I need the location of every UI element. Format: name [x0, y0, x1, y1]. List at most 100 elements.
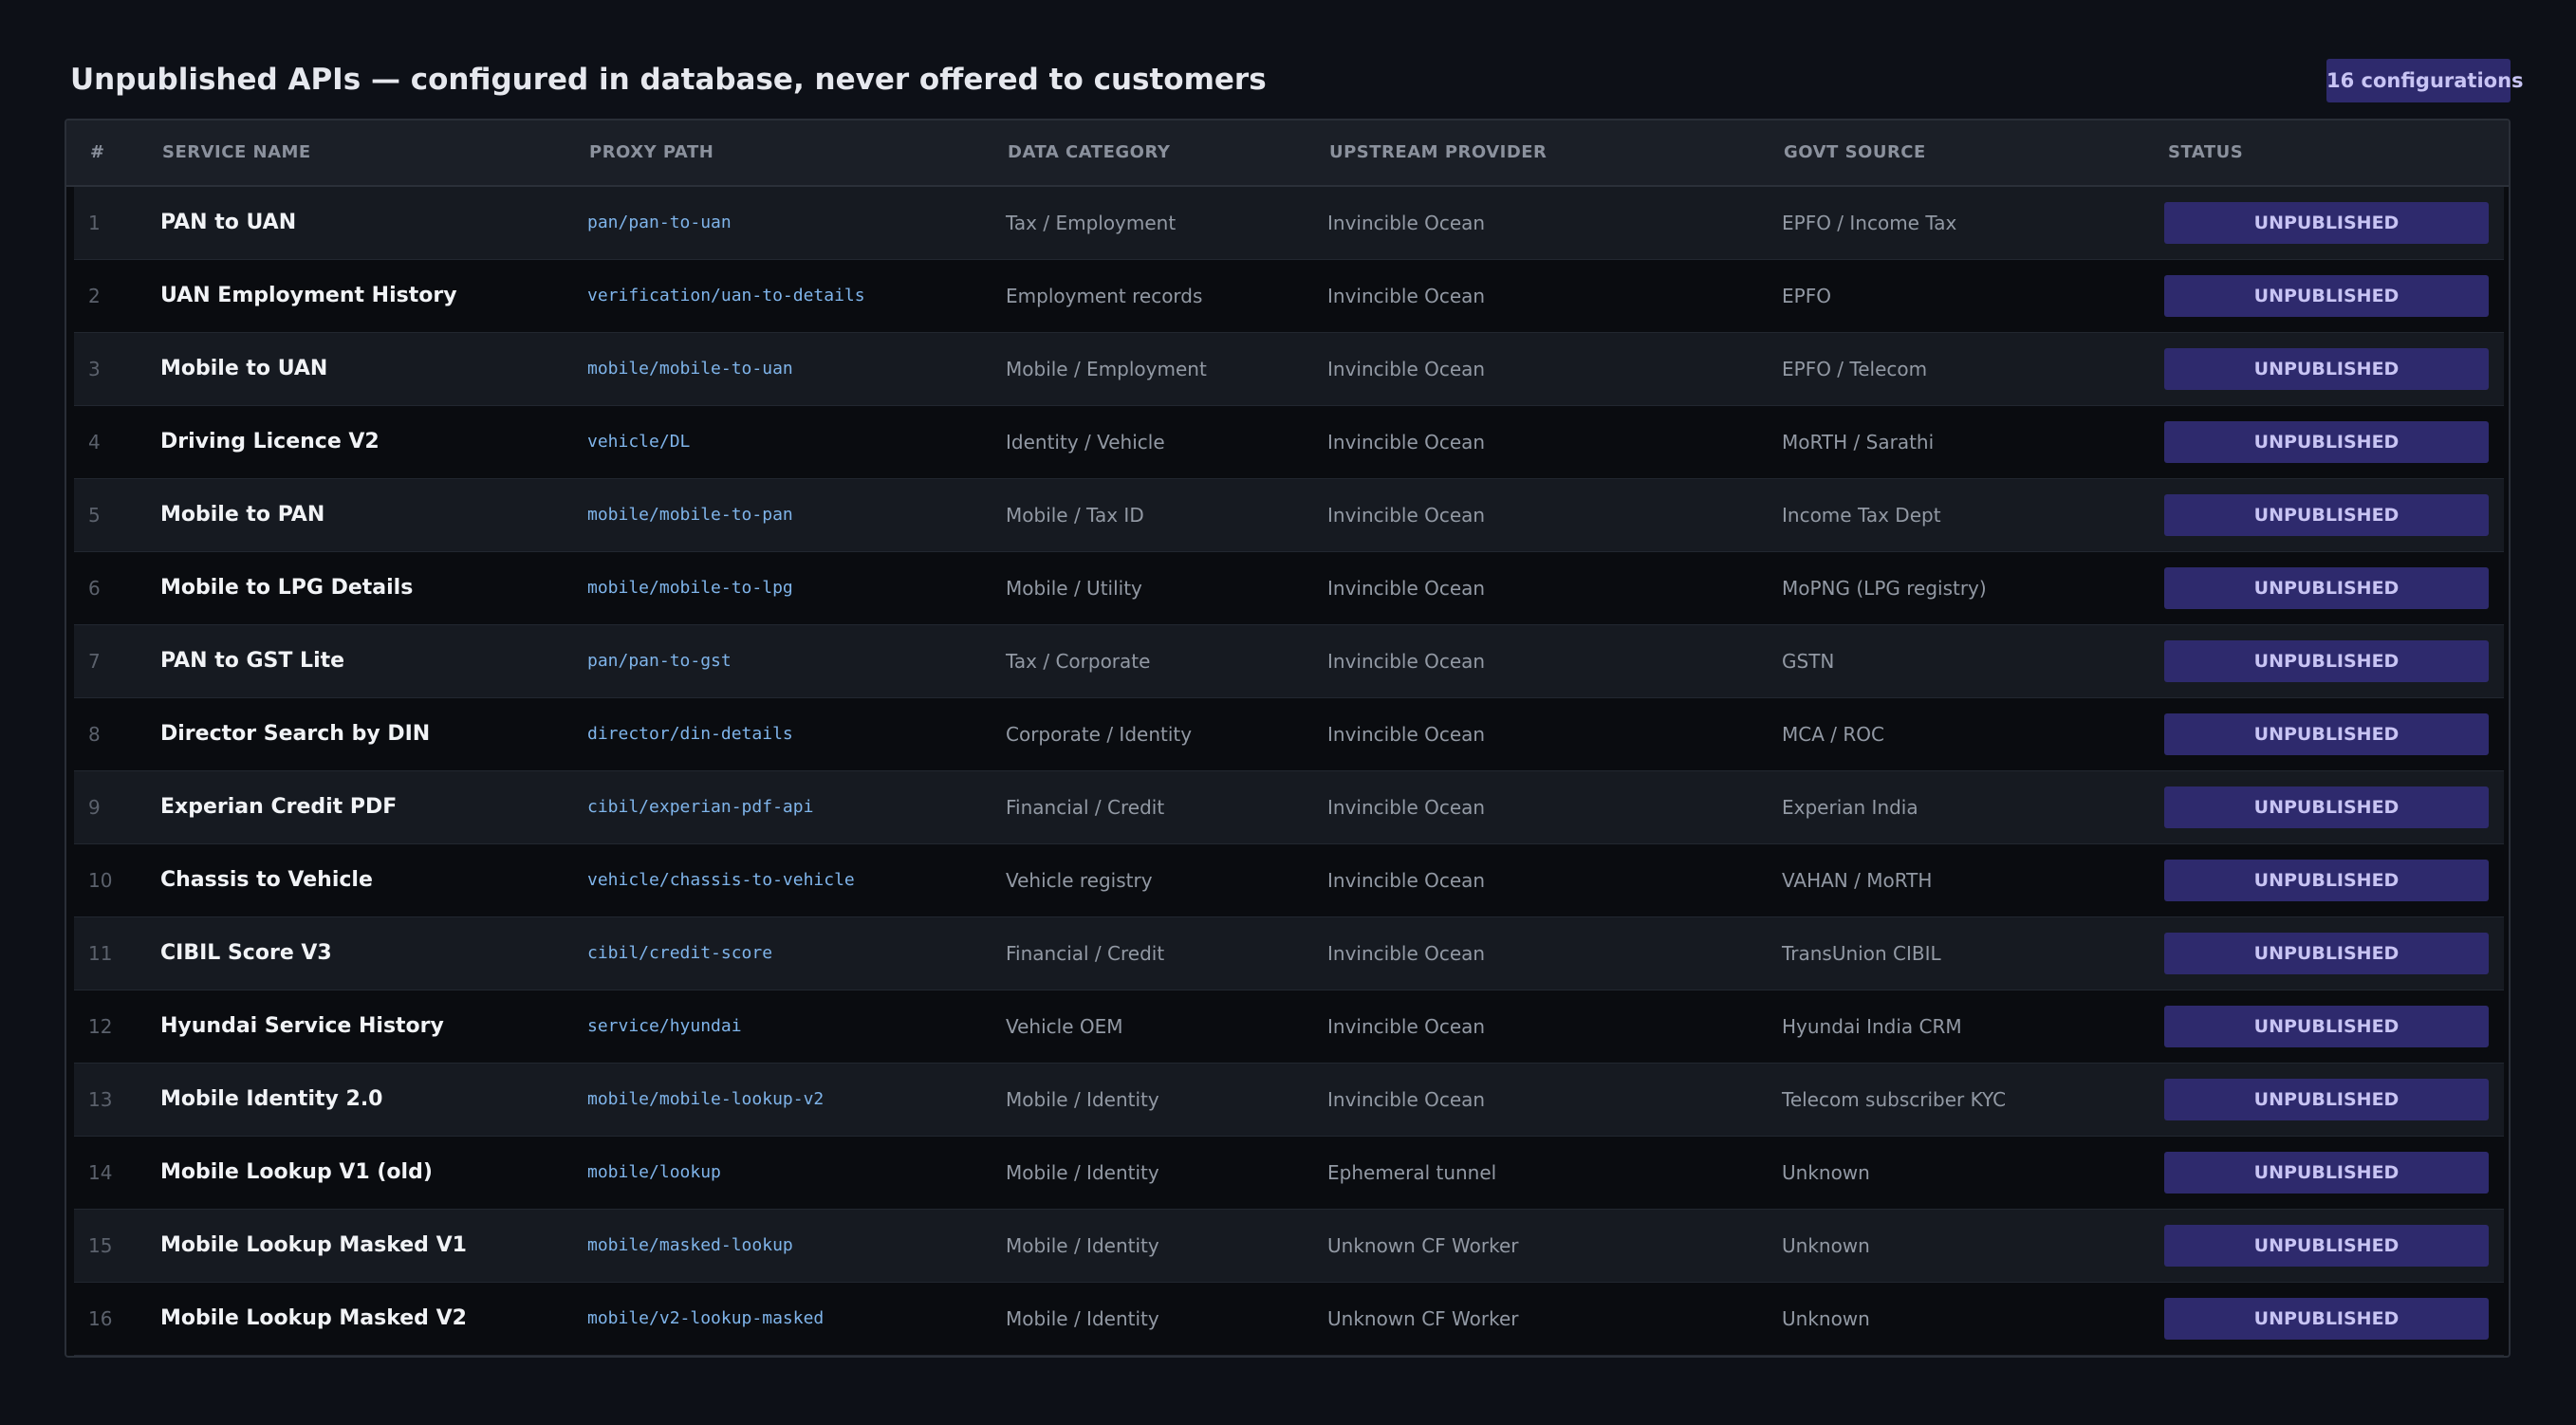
service-name: Director Search by DIN [160, 722, 431, 746]
data-category: Mobile / Identity [1006, 1307, 1159, 1330]
status-badge: UNPUBLISHED [2164, 640, 2489, 682]
data-category: Vehicle OEM [1006, 1015, 1123, 1038]
table-row[interactable]: 3 Mobile to UAN mobile/mobile-to-uan Mobile… [74, 333, 2504, 406]
data-category: Employment records [1006, 285, 1203, 307]
service-name: CIBIL Score V3 [160, 941, 332, 965]
table-row[interactable]: 10 Chassis to Vehicle vehicle/chassis-to-v… [74, 844, 2504, 917]
data-category: Tax / Employment [1006, 212, 1177, 234]
data-category: Mobile / Tax ID [1006, 504, 1144, 527]
table-row[interactable]: 8 Director Search by DIN director/din-deta… [74, 698, 2504, 771]
status-badge: UNPUBLISHED [2164, 1006, 2489, 1047]
service-name: PAN to GST Lite [160, 649, 345, 673]
table-row[interactable]: 11 CIBIL Score V3 cibil/credit-score Financ… [74, 917, 2504, 990]
proxy-path: mobile/masked-lookup [587, 1235, 793, 1255]
data-category: Tax / Corporate [1006, 650, 1151, 673]
data-category: Identity / Vehicle [1006, 431, 1165, 453]
table-row[interactable]: 15 Mobile Lookup Masked V1 mobile/masked-l… [74, 1210, 2504, 1283]
service-name: Driving Licence V2 [160, 430, 380, 453]
table-row[interactable]: 1 PAN to UAN pan/pan-to-uan Tax / Employmen… [74, 187, 2504, 260]
upstream-provider: Unknown CF Worker [1327, 1307, 1519, 1330]
upstream-provider: Invincible Ocean [1327, 212, 1486, 234]
status-badge: UNPUBLISHED [2164, 787, 2489, 828]
column-header-govt-source: GOVT SOURCE [1784, 142, 1926, 162]
govt-source: Unknown [1782, 1307, 1870, 1330]
page-header: Unpublished APIs — configured in databas… [70, 59, 2524, 104]
govt-source: VAHAN / MoRTH [1782, 869, 1933, 892]
status-badge: UNPUBLISHED [2164, 421, 2489, 463]
upstream-provider: Invincible Ocean [1327, 577, 1486, 600]
proxy-path: vehicle/DL [587, 432, 691, 452]
govt-source: EPFO / Income Tax [1782, 212, 1957, 234]
proxy-path: mobile/lookup [587, 1162, 721, 1182]
table-row[interactable]: 4 Driving Licence V2 vehicle/DL Identity / … [74, 406, 2504, 479]
table-row[interactable]: 12 Hyundai Service History service/hyundai… [74, 990, 2504, 1064]
proxy-path: cibil/experian-pdf-api [587, 797, 814, 817]
data-category: Vehicle registry [1006, 869, 1153, 892]
row-number: 7 [88, 650, 101, 673]
service-name: Hyundai Service History [160, 1014, 444, 1038]
govt-source: MCA / ROC [1782, 723, 1884, 746]
proxy-path: mobile/mobile-to-lpg [587, 578, 793, 598]
govt-source: GSTN [1782, 650, 1835, 673]
service-name: Mobile to UAN [160, 357, 328, 380]
service-name: Mobile to LPG Details [160, 576, 414, 600]
row-number: 2 [88, 285, 101, 307]
table-row[interactable]: 7 PAN to GST Lite pan/pan-to-gst Tax / Corp… [74, 625, 2504, 698]
row-number: 5 [88, 504, 101, 527]
table-row[interactable]: 2 UAN Employment History verification/uan-… [74, 260, 2504, 333]
column-header-proxy-path: PROXY PATH [589, 142, 714, 162]
upstream-provider: Invincible Ocean [1327, 431, 1486, 453]
service-name: Mobile Lookup Masked V1 [160, 1233, 467, 1257]
data-category: Financial / Credit [1006, 796, 1165, 819]
proxy-path: mobile/mobile-to-pan [587, 505, 793, 525]
row-number: 14 [88, 1161, 113, 1184]
govt-source: Income Tax Dept [1782, 504, 1941, 527]
table-row[interactable]: 13 Mobile Identity 2.0 mobile/mobile-looku… [74, 1064, 2504, 1137]
status-badge: UNPUBLISHED [2164, 1079, 2489, 1120]
status-badge: UNPUBLISHED [2164, 567, 2489, 609]
row-number: 13 [88, 1088, 113, 1111]
column-header-status: STATUS [2168, 142, 2244, 162]
service-name: Mobile Identity 2.0 [160, 1087, 383, 1111]
data-category: Financial / Credit [1006, 942, 1165, 965]
column-header-number: # [90, 142, 105, 162]
column-header-service-name: SERVICE NAME [162, 142, 311, 162]
status-badge: UNPUBLISHED [2164, 494, 2489, 536]
service-name: PAN to UAN [160, 211, 297, 234]
table-row[interactable]: 6 Mobile to LPG Details mobile/mobile-to-l… [74, 552, 2504, 625]
proxy-path: mobile/mobile-to-uan [587, 359, 793, 379]
status-badge: UNPUBLISHED [2164, 713, 2489, 755]
table-row[interactable]: 5 Mobile to PAN mobile/mobile-to-pan Mobile… [74, 479, 2504, 552]
govt-source: EPFO / Telecom [1782, 358, 1928, 380]
upstream-provider: Ephemeral tunnel [1327, 1161, 1497, 1184]
row-number: 10 [88, 869, 113, 892]
proxy-path: cibil/credit-score [587, 943, 773, 963]
upstream-provider: Invincible Ocean [1327, 1088, 1486, 1111]
upstream-provider: Invincible Ocean [1327, 650, 1486, 673]
status-badge: UNPUBLISHED [2164, 202, 2489, 244]
row-number: 6 [88, 577, 101, 600]
data-category: Mobile / Identity [1006, 1234, 1159, 1257]
proxy-path: mobile/mobile-lookup-v2 [587, 1089, 825, 1109]
row-number: 12 [88, 1015, 113, 1038]
unpublished-apis-table: # SERVICE NAME PROXY PATH DATA CATEGORY … [65, 119, 2511, 1358]
table-row[interactable]: 14 Mobile Lookup V1 (old) mobile/lookup Mob… [74, 1137, 2504, 1210]
upstream-provider: Invincible Ocean [1327, 942, 1486, 965]
row-number: 3 [88, 358, 101, 380]
status-badge: UNPUBLISHED [2164, 1225, 2489, 1267]
page: Unpublished APIs — configured in databas… [0, 0, 2576, 1425]
upstream-provider: Invincible Ocean [1327, 504, 1486, 527]
service-name: Chassis to Vehicle [160, 868, 373, 892]
service-name: Mobile Lookup V1 (old) [160, 1160, 433, 1184]
status-badge: UNPUBLISHED [2164, 348, 2489, 390]
service-name: Mobile Lookup Masked V2 [160, 1306, 467, 1330]
proxy-path: verification/uan-to-details [587, 286, 865, 305]
govt-source: Hyundai India CRM [1782, 1015, 1962, 1038]
table-row[interactable]: 16 Mobile Lookup Masked V2 mobile/v2-looku… [74, 1283, 2504, 1356]
page-title: Unpublished APIs — configured in databas… [70, 63, 1267, 97]
proxy-path: vehicle/chassis-to-vehicle [587, 870, 855, 890]
table-row[interactable]: 9 Experian Credit PDF cibil/experian-pdf-a… [74, 771, 2504, 844]
govt-source: MoPNG (LPG registry) [1782, 577, 1987, 600]
row-number: 9 [88, 796, 101, 819]
service-name: Mobile to PAN [160, 503, 325, 527]
